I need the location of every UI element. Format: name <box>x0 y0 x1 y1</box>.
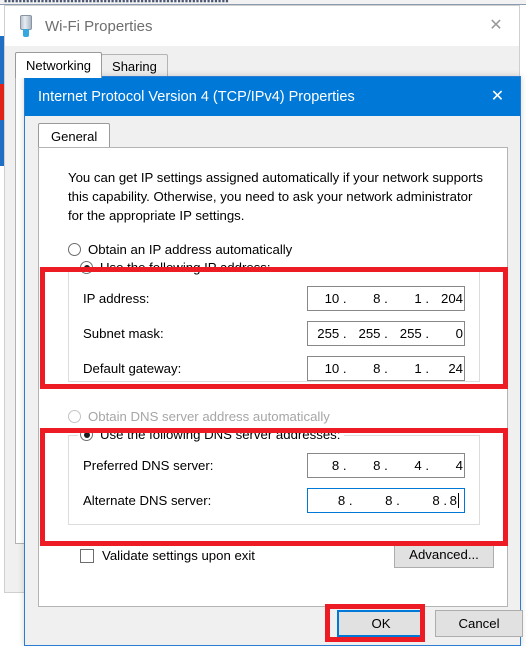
ip-address-dot-1: . <box>342 291 347 306</box>
ip-address-label: IP address: <box>83 291 150 306</box>
tab-general-label: General <box>51 128 98 144</box>
ip-address-dot-3: . <box>425 291 430 306</box>
radio-use-following-dns-indicator <box>80 428 93 441</box>
subnet-mask-dot-1: . <box>342 326 347 341</box>
close-icon[interactable]: ✕ <box>475 77 520 116</box>
subnet-mask-octet-2: 255 <box>358 326 381 341</box>
alternate-dns-input[interactable]: 8 . 8 . 8 . 8 <box>307 488 465 513</box>
general-tab-strip: General <box>38 123 111 148</box>
screen-root: ▪▪▪▪▪▪▪▪▪▪▪▪▪▪▪▪▪▪▪▪▪▪▪▪▪▪▪▪▪▪▪▪▪▪▪▪▪▪▪▪… <box>0 0 526 646</box>
tab-networking[interactable]: Networking <box>15 52 103 78</box>
subnet-mask-dot-3: . <box>425 326 430 341</box>
advanced-button[interactable]: Advanced... <box>394 541 494 568</box>
radio-obtain-ip-automatically[interactable]: Obtain an IP address automatically <box>68 242 292 257</box>
default-gateway-octet-1: 10 <box>324 361 340 376</box>
radio-obtain-dns-automatically[interactable]: Obtain DNS server address automatically <box>68 409 330 424</box>
default-gateway-octet-4: 24 <box>448 361 463 376</box>
radio-obtain-dns-automatically-label: Obtain DNS server address automatically <box>88 409 330 424</box>
ip-address-input[interactable]: 10 . 8 . 1 . 204 <box>307 286 465 311</box>
alternate-dns-dot-1: . <box>348 493 353 508</box>
alternate-dns-dot-2: . <box>396 493 400 508</box>
tab-general[interactable]: General <box>38 123 111 148</box>
ip-address-octet-4: 204 <box>440 291 463 306</box>
preferred-dns-label: Preferred DNS server: <box>83 458 214 473</box>
default-gateway-dot-1: . <box>342 361 347 376</box>
preferred-dns-dot-3: . <box>425 458 430 473</box>
wifi-properties-titlebar: Wi-Fi Properties ✕ <box>5 6 519 46</box>
radio-obtain-ip-automatically-label: Obtain an IP address automatically <box>88 242 293 257</box>
default-gateway-dot-3: . <box>425 361 430 376</box>
radio-obtain-dns-automatically-indicator <box>68 410 81 423</box>
preferred-dns-octet-4: 4 <box>455 458 463 473</box>
default-gateway-label: Default gateway: <box>83 361 182 376</box>
tab-sharing-label: Sharing <box>112 59 157 74</box>
ip-address-octet-3: 1 <box>414 291 422 306</box>
tab-networking-label: Networking <box>26 58 92 73</box>
ip-address-dot-2: . <box>384 291 388 306</box>
subnet-mask-octet-1: 255 <box>317 326 340 341</box>
wifi-tab-strip: Networking Sharing <box>15 52 168 78</box>
use-following-ip-groupbox: Use the following IP address: IP address… <box>68 260 480 382</box>
preferred-dns-dot-1: . <box>342 458 347 473</box>
radio-use-following-ip[interactable]: Use the following IP address: <box>78 260 275 275</box>
advanced-button-label: Advanced... <box>409 547 479 562</box>
default-gateway-dot-2: . <box>384 361 388 376</box>
default-gateway-octet-3: 1 <box>414 361 422 376</box>
network-adapter-icon <box>17 15 35 37</box>
ok-button-label: OK <box>371 616 391 631</box>
cancel-button-label: Cancel <box>458 616 500 631</box>
preferred-dns-octet-1: 8 <box>331 458 340 473</box>
validate-settings-label: Validate settings upon exit <box>102 548 255 563</box>
subnet-mask-dot-2: . <box>384 326 388 341</box>
subnet-mask-octet-3: 255 <box>399 326 422 341</box>
alternate-dns-label: Alternate DNS server: <box>83 493 212 508</box>
ip-address-octet-1: 10 <box>324 291 340 306</box>
ipv4-properties-dialog: Internet Protocol Version 4 (TCP/IPv4) P… <box>24 76 523 646</box>
wifi-close-icon[interactable]: ✕ <box>473 6 519 46</box>
subnet-mask-octet-4: 0 <box>455 326 463 341</box>
radio-use-following-ip-label: Use the following IP address: <box>100 260 271 275</box>
alternate-dns-octet-4: 8 <box>449 493 457 508</box>
preferred-dns-input[interactable]: 8 . 8 . 4 . 4 <box>307 453 465 478</box>
validate-settings-checkbox-box <box>80 548 94 563</box>
subnet-mask-input[interactable]: 255 . 255 . 255 . 0 <box>307 321 465 346</box>
radio-use-following-dns-label: Use the following DNS server addresses: <box>100 427 341 442</box>
cancel-button[interactable]: Cancel <box>435 610 523 637</box>
use-following-dns-groupbox: Use the following DNS server addresses: … <box>68 427 480 525</box>
radio-obtain-ip-automatically-indicator <box>68 243 81 256</box>
ok-button[interactable]: OK <box>337 610 425 637</box>
preferred-dns-octet-2: 8 <box>373 458 381 473</box>
text-cursor <box>458 493 459 508</box>
alternate-dns-octet-3: 8 <box>432 493 440 508</box>
ip-address-octet-2: 8 <box>373 291 381 306</box>
wifi-properties-title: Wi-Fi Properties <box>45 17 153 35</box>
alternate-dns-octet-2: 8 <box>385 493 393 508</box>
alternate-dns-dot-3: . <box>443 493 447 508</box>
preferred-dns-octet-3: 4 <box>414 458 422 473</box>
ipv4-dialog-title: Internet Protocol Version 4 (TCP/IPv4) P… <box>38 88 355 105</box>
validate-settings-checkbox[interactable]: Validate settings upon exit <box>80 548 255 563</box>
radio-use-following-ip-indicator <box>80 261 93 274</box>
intro-description: You can get IP settings assigned automat… <box>68 170 483 223</box>
preferred-dns-dot-2: . <box>384 458 388 473</box>
subnet-mask-label: Subnet mask: <box>83 326 164 341</box>
radio-use-following-dns[interactable]: Use the following DNS server addresses: <box>78 427 345 442</box>
alternate-dns-octet-1: 8 <box>337 493 346 508</box>
general-tab-panel: You can get IP settings assigned automat… <box>38 147 508 607</box>
default-gateway-input[interactable]: 10 . 8 . 1 . 24 <box>307 356 465 381</box>
tab-sharing[interactable]: Sharing <box>101 54 168 78</box>
ipv4-titlebar: Internet Protocol Version 4 (TCP/IPv4) P… <box>25 77 520 116</box>
default-gateway-octet-2: 8 <box>373 361 381 376</box>
